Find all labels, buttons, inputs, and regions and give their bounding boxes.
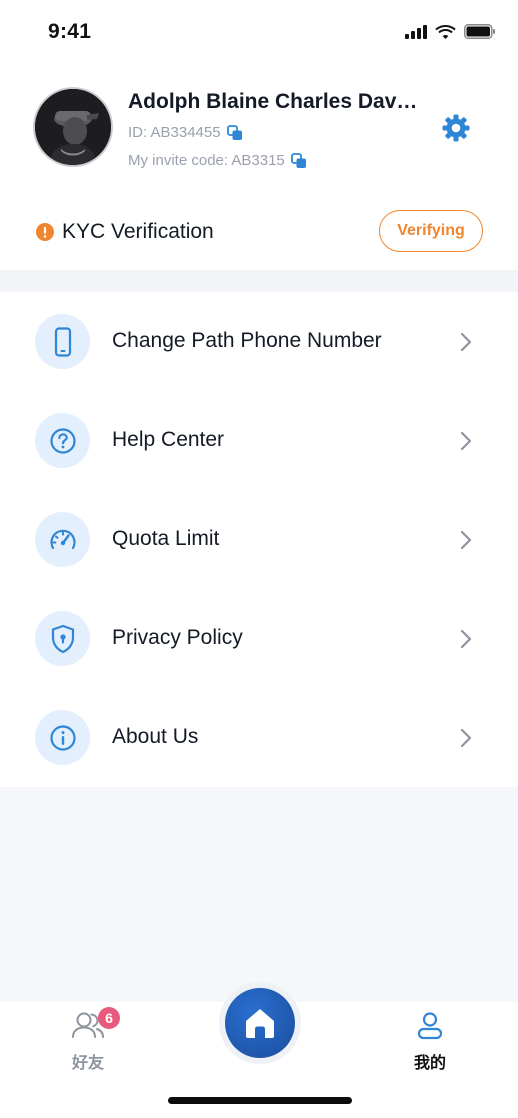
home-icon — [246, 1009, 274, 1038]
home-indicator — [168, 1097, 352, 1104]
menu-icon-bg — [35, 611, 90, 666]
gear-icon[interactable] — [440, 112, 472, 144]
menu-item-about-us[interactable]: About Us — [0, 688, 518, 787]
profile-screen: 9:41 Adolph Blaine Charles Dav… ID: AB33… — [0, 0, 518, 1118]
help-icon — [49, 427, 76, 454]
tab-friends[interactable]: 6 好友 — [48, 1007, 128, 1073]
chevron-right-icon — [460, 431, 472, 451]
menu-item-label: About Us — [112, 725, 199, 748]
tab-label: 好友 — [71, 1055, 104, 1072]
phone-icon — [54, 326, 71, 357]
chevron-right-icon — [460, 530, 472, 550]
user-icon — [417, 1012, 443, 1040]
kyc-label: KYC Verification — [62, 220, 214, 243]
menu-item-label: Change Path Phone Number — [112, 329, 382, 352]
menu-item-change-phone[interactable]: Change Path Phone Number — [0, 292, 518, 391]
menu-icon-bg — [35, 413, 90, 468]
menu-icon-bg — [35, 314, 90, 369]
info-icon — [49, 724, 76, 751]
tab-me[interactable]: 我的 — [390, 1010, 470, 1073]
battery-icon — [464, 24, 495, 39]
status-icons — [405, 24, 496, 39]
status-time: 9:41 — [48, 20, 92, 43]
profile-header: Adolph Blaine Charles Dav… ID: AB334455 … — [0, 68, 518, 208]
section-divider — [0, 270, 518, 292]
user-id-text: ID: AB334455 — [128, 124, 221, 141]
menu-icon-bg — [35, 512, 90, 567]
user-id-row: ID: AB334455 — [128, 124, 243, 141]
menu-item-quota-limit[interactable]: Quota Limit — [0, 490, 518, 589]
chevron-right-icon — [460, 332, 472, 352]
notification-badge: 6 — [98, 1007, 120, 1029]
menu-item-help-center[interactable]: Help Center — [0, 391, 518, 490]
kyc-row[interactable]: KYC Verification Verifying — [0, 196, 518, 270]
speedometer-icon — [49, 529, 76, 549]
menu-item-label: Quota Limit — [112, 527, 220, 550]
menu-item-label: Privacy Policy — [112, 626, 243, 649]
wifi-icon — [435, 25, 456, 39]
chevron-right-icon — [460, 728, 472, 748]
home-button[interactable] — [219, 982, 301, 1064]
chevron-right-icon — [460, 629, 472, 649]
menu-item-privacy-policy[interactable]: Privacy Policy — [0, 589, 518, 688]
invite-code-text: My invite code: AB3315 — [128, 152, 285, 169]
menu-item-label: Help Center — [112, 428, 225, 451]
avatar[interactable] — [33, 87, 113, 167]
kyc-status-badge[interactable]: Verifying — [379, 210, 483, 252]
status-bar: 9:41 — [0, 0, 518, 68]
copy-icon[interactable] — [290, 152, 307, 169]
shield-icon — [51, 624, 74, 653]
menu-icon-bg — [35, 710, 90, 765]
avatar-photo — [35, 89, 111, 165]
warning-icon — [36, 223, 54, 241]
tab-label: 我的 — [413, 1055, 446, 1072]
signal-icon — [405, 24, 427, 39]
invite-code-row: My invite code: AB3315 — [128, 152, 307, 169]
settings-menu: Change Path Phone Number Help Center Quo… — [0, 292, 518, 787]
profile-name: Adolph Blaine Charles Dav… — [128, 90, 418, 113]
copy-icon[interactable] — [226, 124, 243, 141]
